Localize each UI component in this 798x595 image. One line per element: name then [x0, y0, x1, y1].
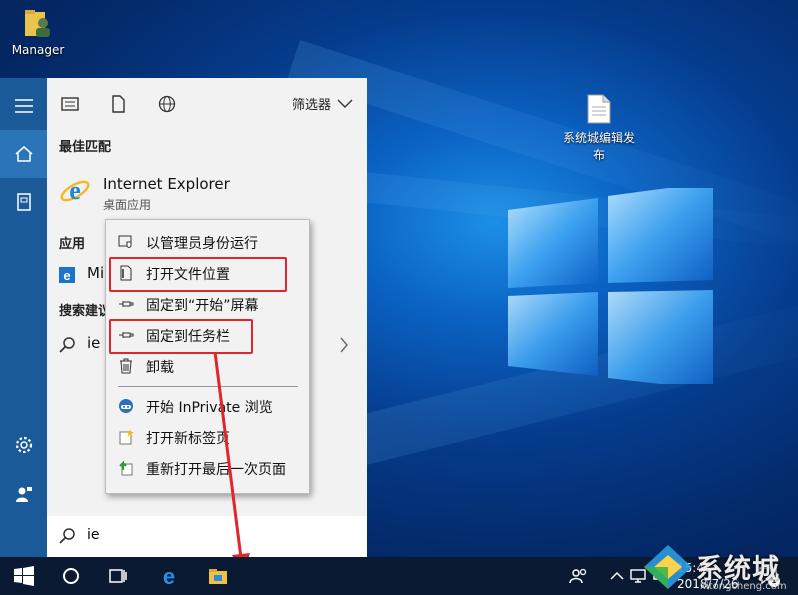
inprivate-icon [119, 399, 133, 413]
svg-text:e: e [63, 268, 70, 283]
annotation-arrow [213, 351, 250, 576]
search-suggestions-heading: 搜索建议 [59, 304, 112, 319]
highlight-box-pin-taskbar [109, 319, 253, 354]
best-match-title: Internet Explorer [103, 175, 230, 193]
desktop-icon-manager[interactable]: Manager [8, 6, 68, 57]
trash-icon [120, 358, 132, 374]
gear-icon [15, 436, 32, 454]
user-folder-icon [25, 10, 50, 37]
chevron-up-icon[interactable] [607, 566, 627, 586]
cortana-icon[interactable] [61, 566, 81, 586]
internet-explorer-icon: e [60, 176, 90, 205]
search-toolbar: 筛选器 [47, 78, 367, 128]
desktop-icon-document[interactable]: 系统城编辑发布 [560, 94, 638, 163]
watermark-subtext: xitongcheng.com [700, 581, 787, 592]
task-view-icon[interactable] [108, 566, 128, 586]
chevron-right-icon[interactable] [339, 337, 349, 353]
apps-filter-icon[interactable] [61, 95, 79, 113]
site-watermark: 系统城 xitongcheng.com [640, 541, 798, 595]
chevron-down-icon [337, 99, 353, 108]
desktop-icon-label: 系统城编辑发布 [562, 131, 635, 162]
shield-run-icon [118, 235, 132, 248]
best-match-subtitle: 桌面应用 [103, 198, 152, 212]
search-icon [59, 528, 75, 544]
apps-heading: 应用 [59, 237, 86, 252]
menu-item-run-as-admin[interactable]: 以管理员身份运行 [106, 228, 309, 256]
web-filter-icon[interactable] [158, 95, 176, 113]
feedback-button[interactable] [0, 470, 47, 518]
pin-icon [119, 301, 134, 307]
menu-item-label: 卸载 [146, 360, 174, 376]
edge-app-icon: e [59, 267, 75, 283]
search-suggestion-label: ie [87, 334, 101, 352]
feedback-icon [15, 487, 32, 502]
edge-browser-icon[interactable]: e [159, 566, 179, 586]
menu-item-pin-to-start[interactable]: 固定到“开始”屏幕 [106, 290, 309, 318]
hamburger-icon [14, 99, 33, 113]
highlight-box-open-location [109, 257, 287, 292]
home-button[interactable] [0, 130, 47, 178]
filter-label: 筛选器 [291, 98, 331, 113]
app-result-label: Mi [87, 264, 105, 282]
filter-dropdown[interactable]: 筛选器 [292, 94, 353, 113]
file-explorer-icon[interactable] [208, 566, 228, 586]
windows-logo-graphic [508, 188, 713, 384]
best-match-heading: 最佳匹配 [59, 140, 112, 155]
svg-text:e: e [69, 176, 81, 205]
svg-text:e: e [163, 566, 175, 586]
menu-item-label: 固定到“开始”屏幕 [146, 298, 259, 314]
settings-button[interactable] [0, 421, 47, 469]
documents-filter-icon[interactable] [109, 95, 127, 113]
home-icon [15, 146, 32, 162]
watermark-logo-icon [644, 545, 692, 589]
documents-button[interactable] [0, 178, 47, 226]
windows-start-icon[interactable] [14, 566, 34, 586]
notebook-icon [16, 193, 31, 211]
document-icon [587, 94, 611, 124]
expand-menu-button[interactable] [0, 82, 47, 130]
search-icon [59, 337, 75, 353]
best-match-item[interactable]: e Internet Explorer 桌面应用 [59, 172, 359, 216]
start-menu-rail [0, 78, 47, 557]
reopen-icon [119, 460, 133, 476]
new-tab-icon [119, 429, 134, 445]
search-input[interactable]: ie [87, 527, 100, 543]
menu-item-label: 以管理员身份运行 [146, 236, 258, 252]
people-icon[interactable] [569, 566, 589, 586]
desktop-icon-label: Manager [11, 43, 65, 57]
